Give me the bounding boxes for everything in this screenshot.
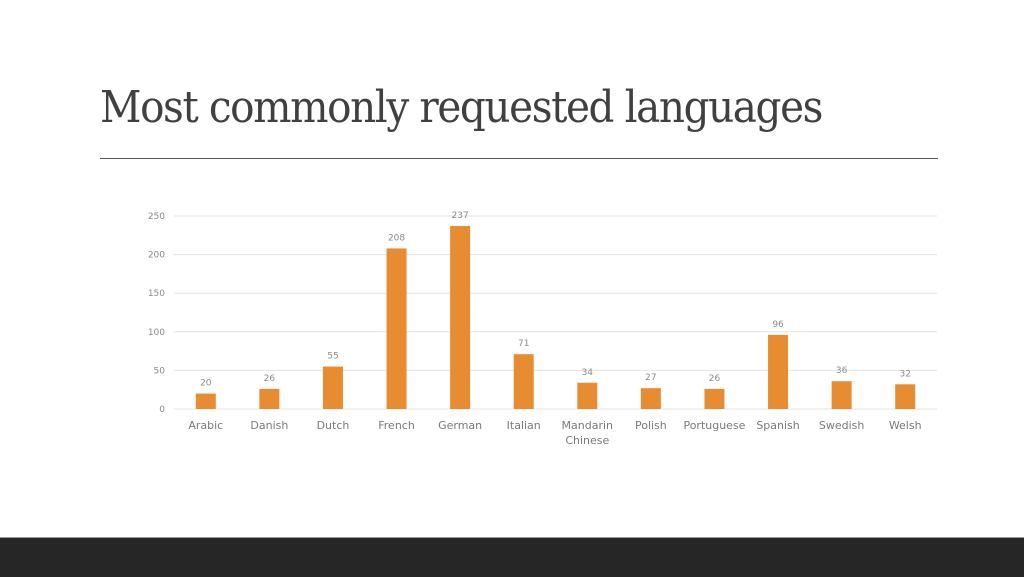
data-label: 27: [645, 373, 656, 383]
bar: [195, 393, 216, 409]
y-tick-label: 0: [159, 405, 165, 415]
x-category-label: Mandarin Chinese: [562, 419, 614, 447]
bars: [195, 226, 916, 409]
x-category-label: Polish: [635, 419, 667, 432]
data-label: 208: [388, 233, 405, 243]
gridlines: [174, 215, 937, 410]
bar: [640, 388, 661, 409]
footer-band: [0, 537, 1024, 577]
data-label: 237: [452, 211, 469, 221]
x-category-label: Dutch: [317, 419, 350, 432]
data-label: 26: [264, 374, 276, 384]
data-label: 71: [518, 339, 529, 349]
y-tick-label: 50: [154, 366, 166, 376]
x-category-label: German: [438, 419, 482, 432]
bar: [577, 382, 598, 409]
bar: [831, 381, 852, 409]
y-tick-label: 150: [148, 289, 165, 299]
bar: [895, 384, 916, 409]
data-label: 96: [772, 320, 784, 330]
data-label: 26: [709, 374, 721, 384]
data-label: 20: [200, 379, 212, 389]
x-category-label: Spanish: [756, 419, 799, 432]
bar: [704, 388, 725, 409]
data-label: 34: [582, 368, 594, 378]
bar: [386, 248, 407, 409]
x-category-label: French: [378, 419, 415, 432]
bar: [768, 334, 789, 409]
bar: [322, 366, 343, 409]
y-tick-label: 250: [148, 212, 165, 222]
x-category-label: Portuguese: [683, 419, 745, 432]
x-category-label: Swedish: [819, 419, 865, 432]
y-tick-label: 100: [148, 328, 165, 338]
bar: [513, 354, 534, 409]
x-category-label: Arabic: [188, 419, 223, 432]
data-label: 32: [899, 369, 910, 379]
x-category-label: Danish: [250, 419, 288, 432]
bar-chart: 0 50 100 150 200 250 20 26 55 208 237 71 34 27 26 96 36…: [148, 211, 937, 447]
y-tick-label: 200: [148, 251, 165, 261]
bar: [259, 388, 280, 409]
x-category-label: Welsh: [889, 419, 922, 432]
data-label: 36: [836, 366, 848, 376]
bar: [450, 226, 471, 409]
y-axis-ticks: 0 50 100 150 200 250: [148, 212, 165, 415]
x-axis-categories: Arabic Danish Dutch French German Italian Mand…: [188, 419, 921, 447]
data-label: 55: [327, 352, 338, 362]
data-labels: 20 26 55 208 237 71 34 27 26 96 36 32: [200, 211, 911, 389]
x-category-label: Italian: [507, 419, 541, 432]
